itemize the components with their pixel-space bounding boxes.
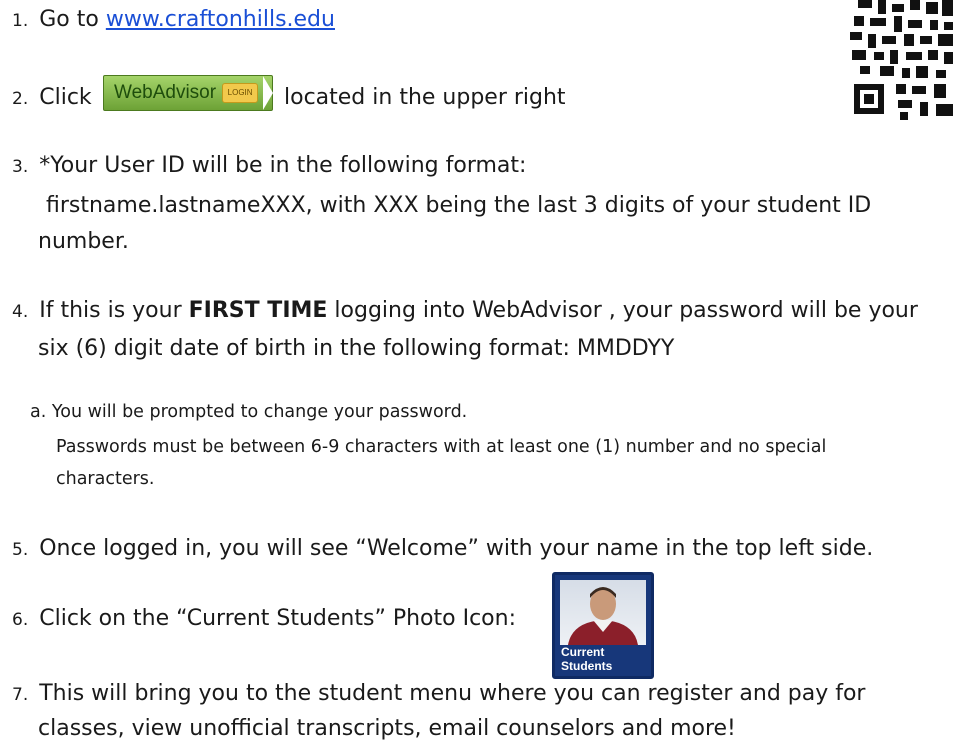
- webadvisor-login-button[interactable]: WebAdvisor LOGIN: [103, 75, 273, 111]
- step-number: 3.: [12, 157, 29, 177]
- step-7: 7. This will bring you to the student me…: [12, 678, 865, 711]
- current-students-photo-icon[interactable]: Current Students: [552, 572, 654, 679]
- step-number: 7.: [12, 685, 29, 705]
- step-7-line-1: This will bring you to the student menu …: [39, 681, 866, 706]
- photo-caption-line-1: Current: [561, 645, 605, 659]
- step-4a-line-3: characters.: [56, 469, 155, 489]
- step-6: 6. Click on the “Current Students” Photo…: [12, 603, 516, 636]
- step-number: 5.: [12, 540, 29, 560]
- step-2-text-after: located in the upper right: [284, 85, 566, 110]
- step-4a: a. You will be prompted to change your p…: [30, 397, 467, 427]
- step-1-text: Go to: [39, 7, 106, 32]
- step-2-text-before: Click: [39, 85, 92, 110]
- webadvisor-button-label: WebAdvisor: [114, 82, 217, 103]
- step-4: 4. If this is your FIRST TIME logging in…: [12, 295, 918, 328]
- step-number: 4.: [12, 302, 29, 322]
- step-4-first-time: FIRST TIME: [188, 298, 328, 323]
- craftonhills-link[interactable]: www.craftonhills.edu: [106, 7, 335, 32]
- student-photo: [560, 580, 646, 645]
- step-3-line-1: *Your User ID will be in the following f…: [39, 153, 527, 178]
- step-2-after: located in the upper right: [284, 82, 566, 114]
- step-number: 1.: [12, 11, 29, 31]
- step-5-text: Once logged in, you will see “Welcome” w…: [39, 536, 874, 561]
- step-3-line-3: number.: [38, 229, 129, 254]
- step-number: a.: [30, 402, 47, 422]
- step-1: 1. Go to www.craftonhills.edu: [12, 4, 335, 37]
- step-3-line-2: firstname.lastnameXXX, with XXX being th…: [46, 193, 872, 218]
- step-number: 2.: [12, 89, 29, 109]
- step-4-line-1-before: If this is your: [39, 298, 189, 323]
- photo-caption: Current Students: [561, 645, 612, 673]
- step-5: 5. Once logged in, you will see “Welcome…: [12, 533, 873, 566]
- step-6-text: Click on the “Current Students” Photo Ic…: [39, 606, 516, 631]
- step-number: 6.: [12, 610, 29, 630]
- photo-caption-line-2: Students: [561, 659, 613, 673]
- key-icon: LOGIN: [222, 83, 259, 103]
- step-2: 2. Click: [12, 82, 92, 115]
- step-4a-line-2: Passwords must be between 6-9 characters…: [56, 437, 827, 457]
- button-arrow-icon: [263, 76, 273, 110]
- step-3: 3. *Your User ID will be in the followin…: [12, 150, 526, 183]
- qr-code-icon: [850, 0, 953, 120]
- step-7-line-2: classes, view unofficial transcripts, em…: [38, 716, 736, 741]
- step-4-line-1-after: logging into WebAdvisor , your password …: [327, 298, 918, 323]
- step-4a-line-1: You will be prompted to change your pass…: [51, 402, 468, 422]
- step-4-line-2: six (6) digit date of birth in the follo…: [38, 336, 675, 361]
